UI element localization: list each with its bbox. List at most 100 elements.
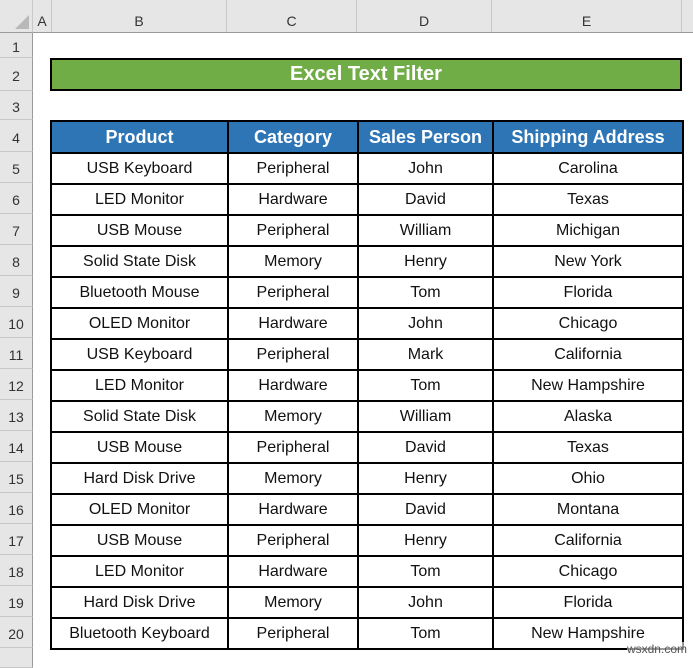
- row-header-18[interactable]: 18: [0, 555, 33, 586]
- cell-sales-person[interactable]: Tom: [357, 555, 494, 588]
- cell-shipping-address[interactable]: Florida: [492, 276, 684, 309]
- header-shipping-address[interactable]: Shipping Address: [492, 120, 684, 154]
- row-header-7[interactable]: 7: [0, 214, 33, 245]
- cell-shipping-address[interactable]: New York: [492, 245, 684, 278]
- row-header-6[interactable]: 6: [0, 183, 33, 214]
- cell-shipping-address[interactable]: Texas: [492, 183, 684, 216]
- table-row: USB Mouse Peripheral David Texas: [50, 431, 684, 464]
- table-row: LED Monitor Hardware Tom New Hampshire: [50, 369, 684, 402]
- cell-category[interactable]: Peripheral: [227, 431, 359, 464]
- cell-shipping-address[interactable]: Florida: [492, 586, 684, 619]
- column-header-a[interactable]: A: [33, 0, 52, 32]
- cell-shipping-address[interactable]: Ohio: [492, 462, 684, 495]
- cell-shipping-address[interactable]: Carolina: [492, 152, 684, 185]
- cell-shipping-address[interactable]: Alaska: [492, 400, 684, 433]
- table-row: OLED Monitor Hardware David Montana: [50, 493, 684, 526]
- cell-sales-person[interactable]: Tom: [357, 369, 494, 402]
- cell-shipping-address[interactable]: Michigan: [492, 214, 684, 247]
- cell-sales-person[interactable]: David: [357, 493, 494, 526]
- row-header-5[interactable]: 5: [0, 152, 33, 183]
- row-header-partial: [0, 648, 33, 668]
- cell-category[interactable]: Memory: [227, 245, 359, 278]
- cell-product[interactable]: Hard Disk Drive: [50, 586, 229, 619]
- cell-sales-person[interactable]: David: [357, 431, 494, 464]
- cell-shipping-address[interactable]: Chicago: [492, 307, 684, 340]
- row-header-14[interactable]: 14: [0, 431, 33, 462]
- cell-product[interactable]: Bluetooth Keyboard: [50, 617, 229, 650]
- cell-shipping-address[interactable]: California: [492, 524, 684, 557]
- cell-shipping-address[interactable]: New Hampshire: [492, 369, 684, 402]
- cell-shipping-address[interactable]: Texas: [492, 431, 684, 464]
- cell-product[interactable]: Solid State Disk: [50, 400, 229, 433]
- cell-product[interactable]: OLED Monitor: [50, 307, 229, 340]
- cell-product[interactable]: USB Keyboard: [50, 338, 229, 371]
- cell-shipping-address[interactable]: Chicago: [492, 555, 684, 588]
- row-header-4[interactable]: 4: [0, 120, 33, 152]
- cell-sales-person[interactable]: Tom: [357, 617, 494, 650]
- cell-category[interactable]: Peripheral: [227, 338, 359, 371]
- cell-shipping-address[interactable]: California: [492, 338, 684, 371]
- cell-category[interactable]: Hardware: [227, 183, 359, 216]
- column-header-e[interactable]: E: [492, 0, 682, 32]
- cell-category[interactable]: Hardware: [227, 555, 359, 588]
- cell-category[interactable]: Peripheral: [227, 524, 359, 557]
- row-header-1[interactable]: 1: [0, 33, 33, 58]
- cell-product[interactable]: Bluetooth Mouse: [50, 276, 229, 309]
- cell-category[interactable]: Hardware: [227, 493, 359, 526]
- header-sales-person[interactable]: Sales Person: [357, 120, 494, 154]
- cell-product[interactable]: LED Monitor: [50, 183, 229, 216]
- cell-product[interactable]: USB Mouse: [50, 214, 229, 247]
- column-header-d[interactable]: D: [357, 0, 492, 32]
- cell-sales-person[interactable]: Henry: [357, 462, 494, 495]
- cell-product[interactable]: Solid State Disk: [50, 245, 229, 278]
- cell-sales-person[interactable]: John: [357, 586, 494, 619]
- cell-product[interactable]: OLED Monitor: [50, 493, 229, 526]
- cell-sales-person[interactable]: Henry: [357, 524, 494, 557]
- row-header-10[interactable]: 10: [0, 307, 33, 338]
- cell-sales-person[interactable]: Mark: [357, 338, 494, 371]
- row-header-19[interactable]: 19: [0, 586, 33, 617]
- cell-category[interactable]: Peripheral: [227, 276, 359, 309]
- cell-sales-person[interactable]: John: [357, 152, 494, 185]
- cell-product[interactable]: Hard Disk Drive: [50, 462, 229, 495]
- column-header-bar: A B C D E: [33, 0, 693, 33]
- cell-product[interactable]: USB Keyboard: [50, 152, 229, 185]
- row-header-15[interactable]: 15: [0, 462, 33, 493]
- header-product[interactable]: Product: [50, 120, 229, 154]
- row-header-11[interactable]: 11: [0, 338, 33, 369]
- cell-sales-person[interactable]: Tom: [357, 276, 494, 309]
- select-all-corner[interactable]: [0, 0, 33, 33]
- cell-category[interactable]: Hardware: [227, 369, 359, 402]
- header-category[interactable]: Category: [227, 120, 359, 154]
- column-header-c[interactable]: C: [227, 0, 357, 32]
- cell-category[interactable]: Peripheral: [227, 152, 359, 185]
- cell-category[interactable]: Hardware: [227, 307, 359, 340]
- row-header-12[interactable]: 12: [0, 369, 33, 400]
- cell-product[interactable]: LED Monitor: [50, 369, 229, 402]
- row-header-8[interactable]: 8: [0, 245, 33, 276]
- sheet-title[interactable]: Excel Text Filter: [50, 58, 682, 91]
- row-header-20[interactable]: 20: [0, 617, 33, 648]
- cell-category[interactable]: Peripheral: [227, 617, 359, 650]
- cell-sales-person[interactable]: William: [357, 400, 494, 433]
- cell-category[interactable]: Memory: [227, 462, 359, 495]
- cell-sales-person[interactable]: Henry: [357, 245, 494, 278]
- cell-category[interactable]: Memory: [227, 586, 359, 619]
- cell-sales-person[interactable]: John: [357, 307, 494, 340]
- column-header-b[interactable]: B: [52, 0, 227, 32]
- row-header-17[interactable]: 17: [0, 524, 33, 555]
- cell-sales-person[interactable]: William: [357, 214, 494, 247]
- cell-category[interactable]: Memory: [227, 400, 359, 433]
- row-header-3[interactable]: 3: [0, 91, 33, 120]
- row-header-2[interactable]: 2: [0, 58, 33, 91]
- cell-product[interactable]: LED Monitor: [50, 555, 229, 588]
- table-row: USB Keyboard Peripheral Mark California: [50, 338, 684, 371]
- row-header-16[interactable]: 16: [0, 493, 33, 524]
- cell-sales-person[interactable]: David: [357, 183, 494, 216]
- row-header-9[interactable]: 9: [0, 276, 33, 307]
- cell-category[interactable]: Peripheral: [227, 214, 359, 247]
- cell-shipping-address[interactable]: Montana: [492, 493, 684, 526]
- cell-product[interactable]: USB Mouse: [50, 431, 229, 464]
- row-header-13[interactable]: 13: [0, 400, 33, 431]
- cell-product[interactable]: USB Mouse: [50, 524, 229, 557]
